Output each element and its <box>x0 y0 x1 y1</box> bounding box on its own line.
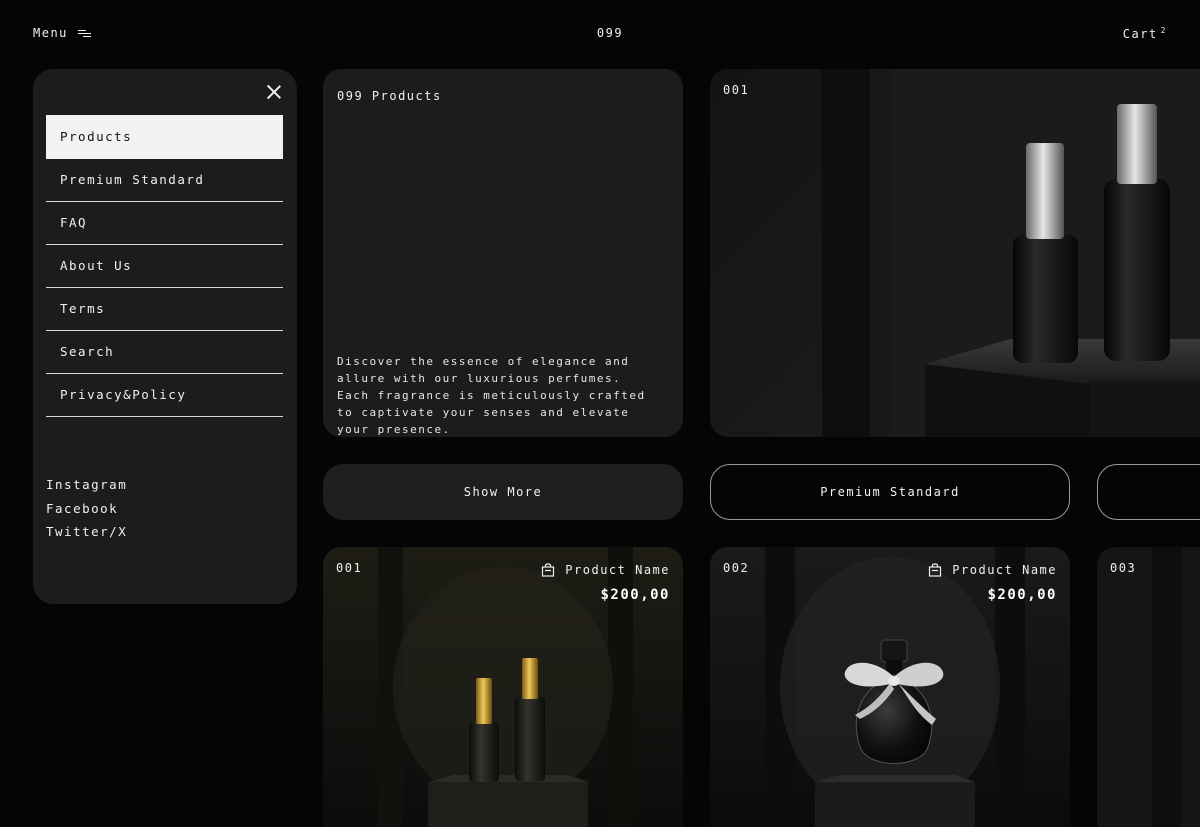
close-icon[interactable] <box>265 83 283 101</box>
social-link-instagram[interactable]: Instagram <box>46 473 127 497</box>
cart-label: Cart <box>1122 27 1158 41</box>
nav-item-privacy-policy[interactable]: Privacy&Policy <box>46 374 283 417</box>
product-number: 003 <box>1110 561 1137 575</box>
side-menu-panel: Products Premium Standard FAQ About Us T… <box>33 69 297 604</box>
nav-item-search[interactable]: Search <box>46 331 283 374</box>
cart-link[interactable]: Cart 2 <box>1123 26 1167 41</box>
product-image-003 <box>1152 547 1182 827</box>
premium-standard-button[interactable]: Premium Standard <box>710 464 1070 520</box>
brand-logo[interactable]: 099 <box>0 26 1200 40</box>
products-intro-card: 099 Products Discover the essence of ele… <box>323 69 683 437</box>
product-name-link[interactable]: Product Name <box>928 563 1057 577</box>
nav-item-terms[interactable]: Terms <box>46 288 283 331</box>
intro-description: Discover the essence of elegance and all… <box>337 355 646 436</box>
nav-item-premium-standard[interactable]: Premium Standard <box>46 159 283 202</box>
product-name: Product Name <box>565 563 670 577</box>
hero-product-image <box>822 69 1200 437</box>
intro-title: 099 Products <box>337 89 442 103</box>
product-name-link[interactable]: Product Name <box>541 563 670 577</box>
show-more-button[interactable]: Show More <box>323 464 683 520</box>
nav-item-faq[interactable]: FAQ <box>46 202 283 245</box>
hero-product-card[interactable]: 001 <box>710 69 1200 437</box>
hero-product-number: 001 <box>723 83 750 97</box>
shopping-bag-icon[interactable] <box>928 563 942 577</box>
product-card-002[interactable]: 002 Product Name $200,00 <box>710 547 1070 827</box>
nav-list: Products Premium Standard FAQ About Us T… <box>46 115 283 417</box>
nav-item-products[interactable]: Products <box>46 115 283 159</box>
product-price: $200,00 <box>987 587 1057 603</box>
social-link-facebook[interactable]: Facebook <box>46 497 127 521</box>
product-price: $200,00 <box>600 587 670 603</box>
product-card-001[interactable]: 001 Product Name $200,00 <box>323 547 683 827</box>
product-name: Product Name <box>952 563 1057 577</box>
social-link-twitter[interactable]: Twitter/X <box>46 520 127 544</box>
product-number: 001 <box>336 561 363 575</box>
nav-item-about-us[interactable]: About Us <box>46 245 283 288</box>
product-card-003[interactable]: 003 <box>1097 547 1200 827</box>
social-links: Instagram Facebook Twitter/X <box>46 473 127 544</box>
product-number: 002 <box>723 561 750 575</box>
category-button-partial[interactable] <box>1097 464 1200 520</box>
shopping-bag-icon[interactable] <box>541 563 555 577</box>
cart-count: 2 <box>1160 26 1167 35</box>
